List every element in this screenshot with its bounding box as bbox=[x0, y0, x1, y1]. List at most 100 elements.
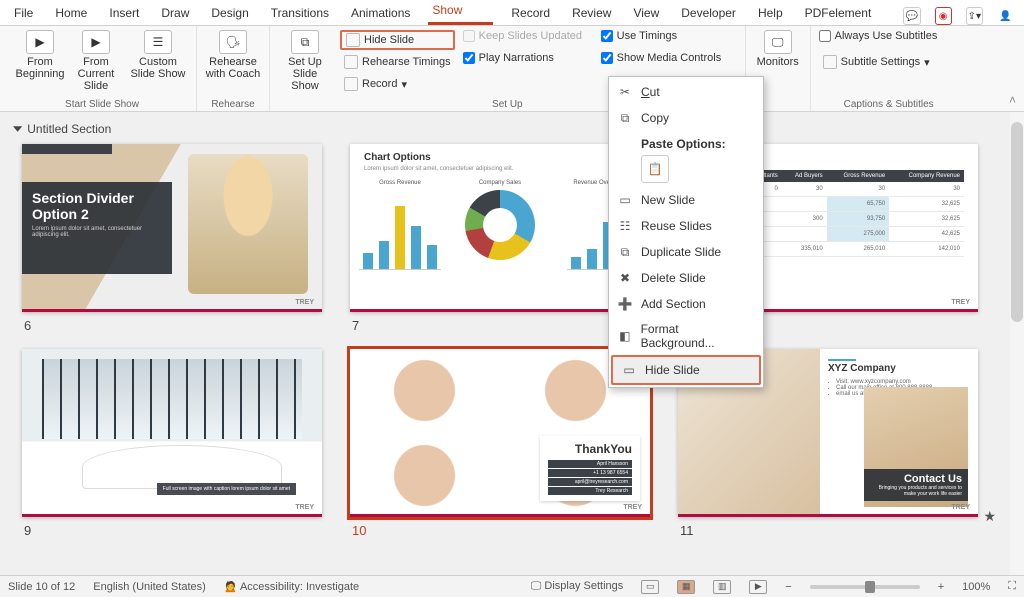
ctx-format-background[interactable]: ◧Format Background... bbox=[609, 317, 763, 355]
slide-6[interactable]: Section Divider Option 2 Lorem ipsum dolo… bbox=[22, 144, 322, 333]
tab-file[interactable]: File bbox=[10, 2, 37, 25]
ctx-add-section-label: Add Section bbox=[641, 297, 706, 311]
tab-developer[interactable]: Developer bbox=[677, 2, 740, 25]
monitor-icon: 🖵 bbox=[764, 30, 792, 54]
play-from-start-icon: ▶ bbox=[26, 30, 54, 54]
rehearse-timings-icon bbox=[344, 55, 358, 69]
tab-review[interactable]: Review bbox=[568, 2, 615, 25]
fit-to-window-icon[interactable]: ⛶ bbox=[1008, 580, 1016, 593]
tab-animations[interactable]: Animations bbox=[347, 2, 414, 25]
ctx-copy[interactable]: ⧉Copy bbox=[609, 105, 763, 131]
status-language[interactable]: English (United States) bbox=[93, 581, 206, 593]
setup-show-icon: ⧉ bbox=[291, 30, 319, 54]
section-header[interactable]: ▶Untitled Section bbox=[0, 112, 1024, 140]
group-label-start: Start Slide Show bbox=[8, 99, 196, 110]
view-sorter-icon[interactable]: ▦ bbox=[677, 580, 695, 594]
slide6-logo: TREY bbox=[295, 299, 314, 306]
slide-9[interactable]: Full screen image with caption lorem ips… bbox=[22, 349, 322, 538]
user-icon[interactable]: 👤 bbox=[997, 7, 1014, 25]
delete-icon: ✖ bbox=[617, 270, 633, 286]
rehearse-coach-button[interactable]: 🗣 Rehearse with Coach bbox=[205, 30, 261, 80]
setup-show-button[interactable]: ⧉ Set Up Slide Show bbox=[278, 30, 332, 92]
custom-show-button[interactable]: ☰ Custom Slide Show bbox=[128, 30, 188, 80]
slide11-number: 11 bbox=[678, 517, 978, 538]
copy-icon: ⧉ bbox=[617, 110, 633, 126]
play-from-current-icon: ▶ bbox=[82, 30, 110, 54]
subtitle-settings-label: Subtitle Settings bbox=[841, 56, 921, 68]
keep-updated-checkbox[interactable]: Keep Slides Updated bbox=[463, 30, 593, 42]
view-reading-icon[interactable]: ▥ bbox=[713, 580, 731, 594]
ctx-reuse-slides[interactable]: ☷Reuse Slides bbox=[609, 213, 763, 239]
record-indicator-icon[interactable]: ◉ bbox=[935, 7, 952, 25]
group-label-rehearse: Rehearse bbox=[197, 99, 269, 110]
ctx-add-section[interactable]: ➕ Add Section bbox=[609, 291, 763, 317]
always-subtitles-checkbox[interactable]: Always Use Subtitles bbox=[819, 30, 959, 42]
vertical-scrollbar[interactable] bbox=[1010, 112, 1024, 575]
slide9-caption: Full screen image with caption lorem ips… bbox=[157, 483, 296, 495]
ctx-cut[interactable]: ✂CuCutt bbox=[609, 79, 763, 105]
tab-transitions[interactable]: Transitions bbox=[267, 2, 333, 25]
zoom-in[interactable]: + bbox=[938, 581, 944, 593]
tab-design[interactable]: Design bbox=[207, 2, 252, 25]
play-narrations-checkbox[interactable]: Play Narrations bbox=[463, 52, 593, 64]
collapse-ribbon-icon[interactable]: ˄ bbox=[1001, 89, 1024, 111]
rehearse-timings-label: Rehearse Timings bbox=[362, 56, 451, 68]
comments-icon[interactable]: 💬 bbox=[903, 7, 920, 25]
tab-home[interactable]: Home bbox=[51, 2, 91, 25]
tab-help[interactable]: Help bbox=[754, 2, 787, 25]
group-label-captions: Captions & Subtitles bbox=[811, 99, 967, 110]
coach-icon: 🗣 bbox=[219, 30, 247, 54]
tab-record[interactable]: Record bbox=[507, 2, 554, 25]
slide-sorter-area: ▶Untitled Section Section Divider Option… bbox=[0, 112, 1024, 575]
subtitle-settings-button[interactable]: Subtitle Settings ▾ bbox=[819, 52, 959, 72]
from-beginning-button[interactable]: ▶ From Beginning bbox=[16, 30, 64, 80]
tab-pdfelement[interactable]: PDFelement bbox=[801, 2, 876, 25]
hide-slide-button[interactable]: Hide Slide bbox=[340, 30, 455, 50]
hide-slide-icon bbox=[346, 33, 360, 47]
group-rehearse: 🗣 Rehearse with Coach Rehearse bbox=[197, 26, 270, 111]
slide6-number: 6 bbox=[22, 312, 322, 333]
paste-option-1[interactable]: 📋 bbox=[641, 155, 669, 183]
monitors-button[interactable]: 🖵 Monitors bbox=[754, 30, 802, 68]
hide-slide-ctx-icon: ▭ bbox=[621, 362, 637, 378]
ctx-new-slide[interactable]: ▭New Slide bbox=[609, 187, 763, 213]
zoom-slider[interactable] bbox=[810, 585, 920, 589]
status-accessibility[interactable]: 🙍 Accessibility: Investigate bbox=[224, 580, 359, 593]
ctx-delete-slide[interactable]: ✖Delete Slide bbox=[609, 265, 763, 291]
view-slideshow-icon[interactable]: ▶ bbox=[749, 580, 767, 594]
slide-10[interactable]: ThankYou April Hansson +1 13 987 6554 ap… bbox=[350, 349, 650, 538]
tab-slide-show[interactable]: Slide Show bbox=[428, 0, 493, 25]
tab-draw[interactable]: Draw bbox=[157, 2, 193, 25]
slide6-title: Section Divider Option 2 bbox=[32, 190, 162, 222]
slide9-number: 9 bbox=[22, 517, 322, 538]
show-media-checkbox[interactable]: Show Media Controls bbox=[601, 52, 731, 64]
status-bar: Slide 10 of 12 English (United States) 🙍… bbox=[0, 575, 1024, 597]
ribbon: ▶ From Beginning ▶ From Current Slide ☰ … bbox=[0, 26, 1024, 112]
tab-insert[interactable]: Insert bbox=[105, 2, 143, 25]
ctx-duplicate-slide[interactable]: ⧉Duplicate Slide bbox=[609, 239, 763, 265]
slide-7[interactable]: Chart Options Lorem ipsum dolor sit amet… bbox=[350, 144, 650, 333]
slide11-logo: TREY bbox=[951, 504, 970, 511]
monitors-label: Monitors bbox=[757, 56, 799, 68]
from-current-button[interactable]: ▶ From Current Slide bbox=[72, 30, 120, 92]
rehearse-timings-button[interactable]: Rehearse Timings bbox=[340, 52, 455, 72]
slide10-number: 10 bbox=[350, 517, 650, 538]
view-normal-icon[interactable]: ▭ bbox=[641, 580, 659, 594]
chart2-name: Company Sales bbox=[479, 180, 521, 186]
zoom-level[interactable]: 100% bbox=[962, 581, 990, 593]
record-button[interactable]: Record ▾ bbox=[340, 74, 455, 94]
group-captions: Always Use Subtitles Subtitle Settings ▾… bbox=[811, 26, 967, 111]
zoom-out[interactable]: − bbox=[785, 581, 791, 593]
ctx-hide-slide[interactable]: ▭Hide Slide bbox=[613, 357, 759, 383]
status-slide-counter[interactable]: Slide 10 of 12 bbox=[8, 581, 75, 593]
display-settings-button[interactable]: 🖵 Display Settings bbox=[531, 580, 624, 593]
slide9-logo: TREY bbox=[295, 504, 314, 511]
tab-view[interactable]: View bbox=[629, 2, 663, 25]
record-icon bbox=[344, 77, 358, 91]
add-section-icon: ➕ bbox=[617, 296, 633, 312]
slide10-org: Trey Research bbox=[548, 487, 632, 495]
section-collapse-icon: ▶ bbox=[12, 126, 26, 132]
share-icon[interactable]: ⇪▾ bbox=[966, 7, 983, 25]
slide6-sub: Lorem ipsum dolor sit amet, consectetuer… bbox=[32, 226, 162, 238]
use-timings-checkbox[interactable]: Use Timings bbox=[601, 30, 731, 42]
